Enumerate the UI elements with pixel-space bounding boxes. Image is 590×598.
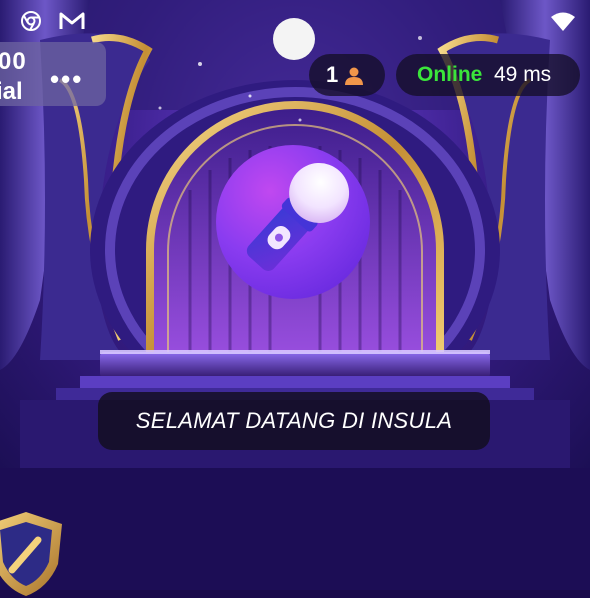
gmail-icon (59, 12, 85, 29)
room-name-line2: ial (0, 78, 23, 105)
user-count: 1 (326, 62, 339, 87)
microphone-icon (246, 163, 350, 271)
online-status: Online (417, 63, 483, 86)
connection-status-pill: Online 49 ms (396, 54, 580, 96)
user-icon (345, 67, 363, 85)
microphone-badge[interactable] (216, 145, 370, 299)
room-card[interactable]: 00 ial ••• (0, 42, 106, 106)
ping-value: 49 ms (494, 63, 552, 86)
wifi-icon (551, 12, 575, 31)
welcome-text: SELAMAT DATANG DI INSULA (135, 408, 453, 433)
white-dot-indicator (273, 18, 315, 60)
more-options-button[interactable]: ••• (50, 64, 83, 95)
welcome-banner: SELAMAT DATANG DI INSULA (98, 392, 490, 450)
chrome-icon (21, 11, 41, 31)
bottom-area (0, 468, 590, 590)
shield-icon[interactable] (0, 508, 66, 598)
room-name-line1: 00 (0, 48, 27, 75)
user-count-pill[interactable]: 1 (309, 54, 385, 96)
